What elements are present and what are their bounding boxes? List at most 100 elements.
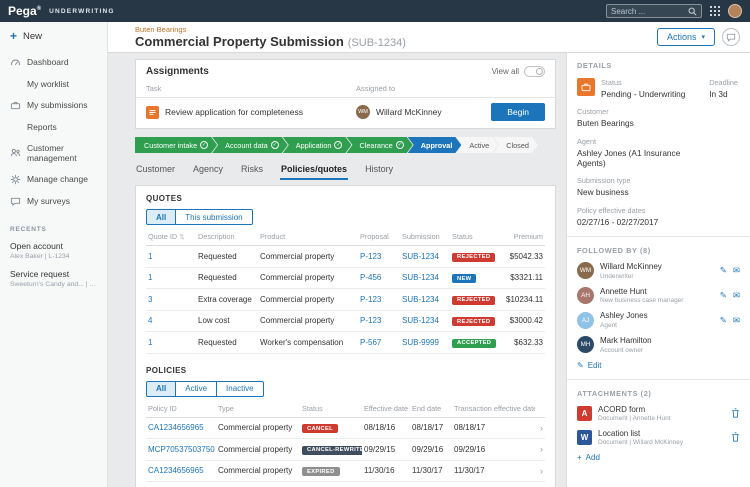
agent-label: Agent [577,137,740,146]
sidebar-item-my-worklist[interactable]: My worklist [0,73,107,94]
policies-filter-inactive[interactable]: Inactive [216,381,264,397]
policy-id-link[interactable]: CA1234656965 [148,466,204,475]
pencil-icon: ✎ [577,361,584,370]
quote-id-link[interactable]: 3 [148,295,152,304]
row-expand-icon[interactable]: › [535,439,545,461]
submission-link[interactable]: SUB-9999 [402,338,439,347]
quote-row[interactable]: 3 Extra coverage Commercial property P-1… [146,289,545,311]
stage-customer-intake[interactable]: Customer intake✓ [135,137,217,153]
tab-risks[interactable]: Risks [240,161,264,180]
chat-bubble-button[interactable] [722,28,740,46]
proposal-link[interactable]: P-567 [360,338,381,347]
submission-link[interactable]: SUB-1234 [402,273,439,282]
sidebar-item-dashboard[interactable]: Dashboard [0,51,107,73]
row-expand-icon[interactable]: › [535,482,545,487]
search-icon[interactable] [688,7,697,16]
edit-followers-link[interactable]: ✎ Edit [577,361,740,370]
search-box[interactable] [606,4,702,18]
policies-filter-all[interactable]: All [146,381,176,397]
task-column-header: Task [146,84,356,93]
customer-label: Customer [577,107,740,116]
quote-id-link[interactable]: 1 [148,338,152,347]
quote-row[interactable]: 4 Low cost Commercial property P-123 SUB… [146,310,545,332]
page-title: Commercial Property Submission [135,34,344,49]
proposal-link[interactable]: P-123 [360,295,381,304]
quote-row[interactable]: 1 Requested Commercial property P-456 SU… [146,267,545,289]
assignee-avatar: WM [356,105,370,119]
user-avatar[interactable] [728,4,742,18]
sort-icon: ⇅ [179,234,184,241]
sidebar-item-reports[interactable]: Reports [0,116,107,137]
row-expand-icon[interactable]: › [535,417,545,439]
tab-history[interactable]: History [364,161,394,180]
actions-button[interactable]: Actions ▾ [657,28,715,46]
tab-policies-quotes[interactable]: Policies/quotes [280,161,348,180]
proposal-link[interactable]: P-123 [360,316,381,325]
assignee-name: Willard McKinney [376,107,442,117]
row-expand-icon[interactable]: › [535,460,545,482]
submission-type-label: Submission type [577,176,740,185]
proposal-link[interactable]: P-456 [360,273,381,282]
quote-id-link[interactable]: 1 [148,273,152,282]
tab-agency[interactable]: Agency [192,161,224,180]
stage-application[interactable]: Application✓ [283,137,352,153]
assignment-row[interactable]: Review application for completeness WM W… [136,98,555,128]
email-person-icon[interactable]: ✉ [733,315,740,326]
stage-closed[interactable]: Closed [493,137,538,153]
assignments-card: Assignments View all Task Assigned to [135,59,556,129]
follower-row: WM Willard McKinney Underwriter ✎ ✉ [577,262,740,280]
policies-filter-active[interactable]: Active [175,381,217,397]
status-value: Pending - Underwriting [601,89,685,99]
task-label: Review application for completeness [165,107,303,117]
stage-active[interactable]: Active [456,137,498,153]
edit-person-icon[interactable]: ✎ [720,265,727,276]
status-badge: ACCEPTED [452,339,496,348]
quotes-filter-all[interactable]: All [146,209,176,225]
submission-link[interactable]: SUB-1234 [402,252,439,261]
quote-row[interactable]: 1 Requested Worker's compensation P-567 … [146,332,545,354]
breadcrumb[interactable]: Buten Bearings [135,25,406,34]
plus-icon: + [577,453,582,462]
begin-button[interactable]: Begin [491,103,545,121]
search-input[interactable] [611,7,688,16]
email-person-icon[interactable]: ✉ [733,290,740,301]
sidebar-item-customer-management[interactable]: Customer management [0,137,107,168]
new-case-button[interactable]: + New [0,22,107,51]
avatar: AJ [577,312,594,329]
quote-row[interactable]: 1 Requested Commercial property P-123 SU… [146,246,545,268]
sidebar-item-my-submissions[interactable]: My submissions [0,94,107,116]
edit-person-icon[interactable]: ✎ [720,315,727,326]
stage-approval[interactable]: Approval [408,137,462,153]
stage-clearance[interactable]: Clearance✓ [346,137,412,153]
delete-attachment-icon[interactable] [731,432,740,442]
stage-account-data[interactable]: Account data✓ [212,137,288,153]
quote-id-link[interactable]: 4 [148,316,152,325]
submission-link[interactable]: SUB-1234 [402,316,439,325]
sidebar-item-my-surveys[interactable]: My surveys [0,190,107,212]
tab-customer[interactable]: Customer [135,161,176,180]
proposal-link[interactable]: P-123 [360,252,381,261]
quote-id-link[interactable]: 1 [148,252,152,261]
policy-row[interactable]: CA1234656965 Commercial property EXPIRED… [146,460,545,482]
quotes-filter-this-submission[interactable]: This submission [175,209,252,225]
recent-item-service-request[interactable]: Service request Sweeturn's Candy and... … [0,265,107,293]
policy-row[interactable]: MCP70537503750 Commercial property CANCE… [146,439,545,461]
policy-id-link[interactable]: CA1234656965 [148,423,204,432]
recent-item-open-account[interactable]: Open account Alex Baker | L-1234 [0,237,107,265]
policy-id-link[interactable]: MCP70537503750 [148,445,215,454]
delete-attachment-icon[interactable] [731,408,740,418]
chat-bubble-icon [726,33,736,42]
sidebar-item-manage-change[interactable]: Manage change [0,168,107,190]
policy-row[interactable]: MCP70537503750 Commercial property EXPIR… [146,482,545,487]
policy-row[interactable]: CA1234656965 Commercial property CANCEL … [146,417,545,439]
view-all-toggle[interactable] [524,66,545,77]
add-attachment-link[interactable]: + Add [577,453,740,462]
email-person-icon[interactable]: ✉ [733,265,740,276]
word-file-icon: W [577,430,592,445]
edit-person-icon[interactable]: ✎ [720,290,727,301]
app-grid-icon[interactable] [710,6,720,16]
quotes-heading: QUOTES [146,194,545,203]
status-badge: REJECTED [452,253,495,262]
app-name: UNDERWRITING [49,8,115,15]
submission-link[interactable]: SUB-1234 [402,295,439,304]
